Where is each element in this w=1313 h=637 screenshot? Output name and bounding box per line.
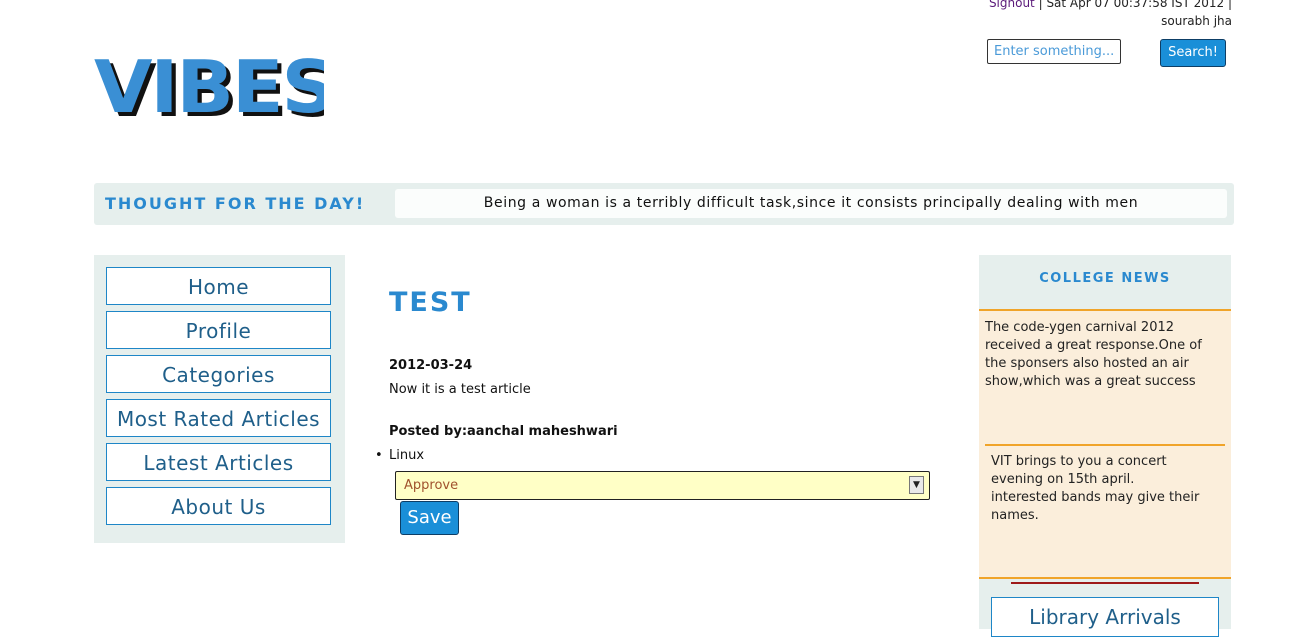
signout-link[interactable]: Signout (989, 0, 1035, 10)
save-button[interactable]: Save (400, 501, 459, 535)
user-info: Signout | Sat Apr 07 00:37:58 IST 2012 |… (989, 0, 1232, 30)
article-category: Linux (389, 448, 425, 463)
search-button[interactable]: Search! (1160, 39, 1226, 67)
nav-item-most-rated-articles[interactable]: Most Rated Articles (106, 399, 331, 437)
username-text: sourabh jha (1161, 14, 1232, 28)
sidebar-nav: Home Profile Categories Most Rated Artic… (94, 255, 345, 543)
divider (1011, 582, 1199, 584)
news-item: VIT brings to you a concert evening on 1… (991, 454, 1200, 523)
logo-text: VIBES (94, 48, 324, 118)
posted-by: Posted by:aanchal maheshwari (389, 424, 618, 439)
college-news-panel: College News The code-ygen carnival 2012… (979, 255, 1231, 637)
nav-item-home[interactable]: Home (106, 267, 331, 305)
thought-bar: Thought for the day! Being a woman is a … (94, 183, 1234, 225)
article-date: 2012-03-24 (389, 358, 473, 373)
nav-item-latest-articles[interactable]: Latest Articles (106, 443, 331, 481)
approval-select-value: Approve (404, 478, 459, 493)
approval-select[interactable]: Approve ▼ (395, 471, 930, 500)
nav-item-profile[interactable]: Profile (106, 311, 331, 349)
search-input[interactable] (987, 39, 1121, 64)
news-divider (985, 444, 1225, 446)
news-scroller: The code-ygen carnival 2012 received a g… (979, 309, 1231, 579)
article-title: TEST (389, 287, 472, 318)
vibes-logo: VIBES VIBES (94, 48, 324, 118)
bullet-icon: • (375, 448, 383, 463)
news-item: The code-ygen carnival 2012 received a g… (985, 320, 1202, 389)
thought-marquee: Being a woman is a terribly difficult ta… (395, 189, 1227, 218)
news-title: College News (1039, 271, 1171, 286)
library-arrivals-button[interactable]: Library Arrivals (991, 597, 1219, 637)
thought-title: Thought for the day! (105, 194, 366, 213)
datetime-text: | Sat Apr 07 00:37:58 IST 2012 | (1034, 0, 1232, 10)
session-line: Signout | Sat Apr 07 00:37:58 IST 2012 | (989, 0, 1232, 12)
article-body: Now it is a test article (389, 382, 531, 397)
nav-item-about-us[interactable]: About Us (106, 487, 331, 525)
dropdown-arrow-icon[interactable]: ▼ (909, 476, 924, 494)
nav-item-categories[interactable]: Categories (106, 355, 331, 393)
